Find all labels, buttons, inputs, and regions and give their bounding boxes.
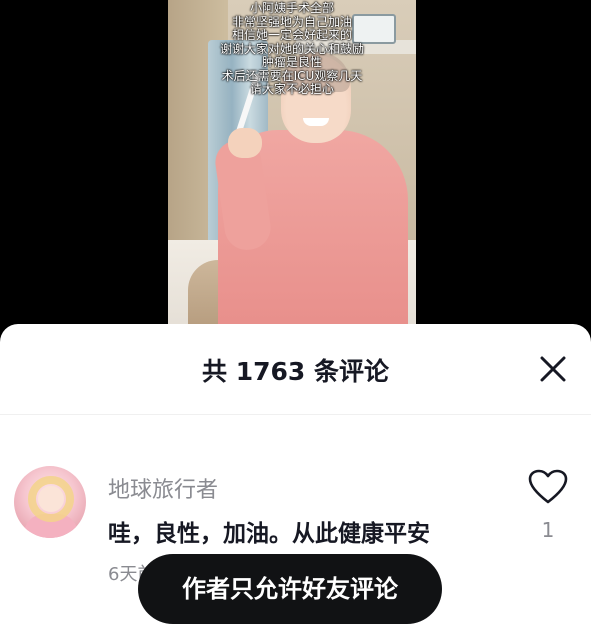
heart-icon — [528, 469, 568, 504]
avatar-face — [38, 486, 64, 512]
like-count: 1 — [541, 518, 555, 542]
close-icon — [540, 356, 566, 382]
video-person-smile — [303, 118, 329, 126]
video-caption-line: 肿瘤是良性 — [261, 55, 322, 69]
video-player[interactable]: 小阿姨手术全部 非常坚强地为自己加油 相信她一定会好起来的 谢谢大家对她的关心和… — [168, 0, 416, 330]
app-root: 小阿姨手术全部 非常坚强地为自己加油 相信她一定会好起来的 谢谢大家对她的关心和… — [0, 0, 591, 640]
toast-message: 作者只允许好友评论 — [138, 554, 442, 624]
comment-text: 哇，良性，加油。从此健康平安 — [108, 521, 430, 547]
video-caption-line: 小阿姨手术全部 — [249, 1, 334, 15]
comments-header: 共 1763 条评论 — [0, 324, 591, 414]
avatar[interactable] — [14, 466, 86, 538]
video-caption-line: 术后还需要在ICU观察几天 — [221, 68, 363, 83]
header-divider — [0, 414, 591, 415]
video-caption-line: 非常坚强地为自己加油 — [231, 14, 352, 29]
video-caption-line: 谢谢大家对她的关心和鼓励 — [219, 41, 364, 56]
video-person-hand — [228, 128, 262, 158]
video-caption-line: 请大家不必担心 — [249, 82, 334, 96]
close-button[interactable] — [536, 352, 570, 386]
like-button[interactable] — [527, 468, 569, 506]
video-caption: 小阿姨手术全部 非常坚强地为自己加油 相信她一定会好起来的 谢谢大家对她的关心和… — [168, 1, 416, 97]
comments-count-title: 共 1763 条评论 — [202, 357, 389, 386]
video-caption-line: 相信她一定会好起来的 — [231, 28, 352, 42]
comment-username[interactable]: 地球旅行者 — [108, 472, 218, 504]
